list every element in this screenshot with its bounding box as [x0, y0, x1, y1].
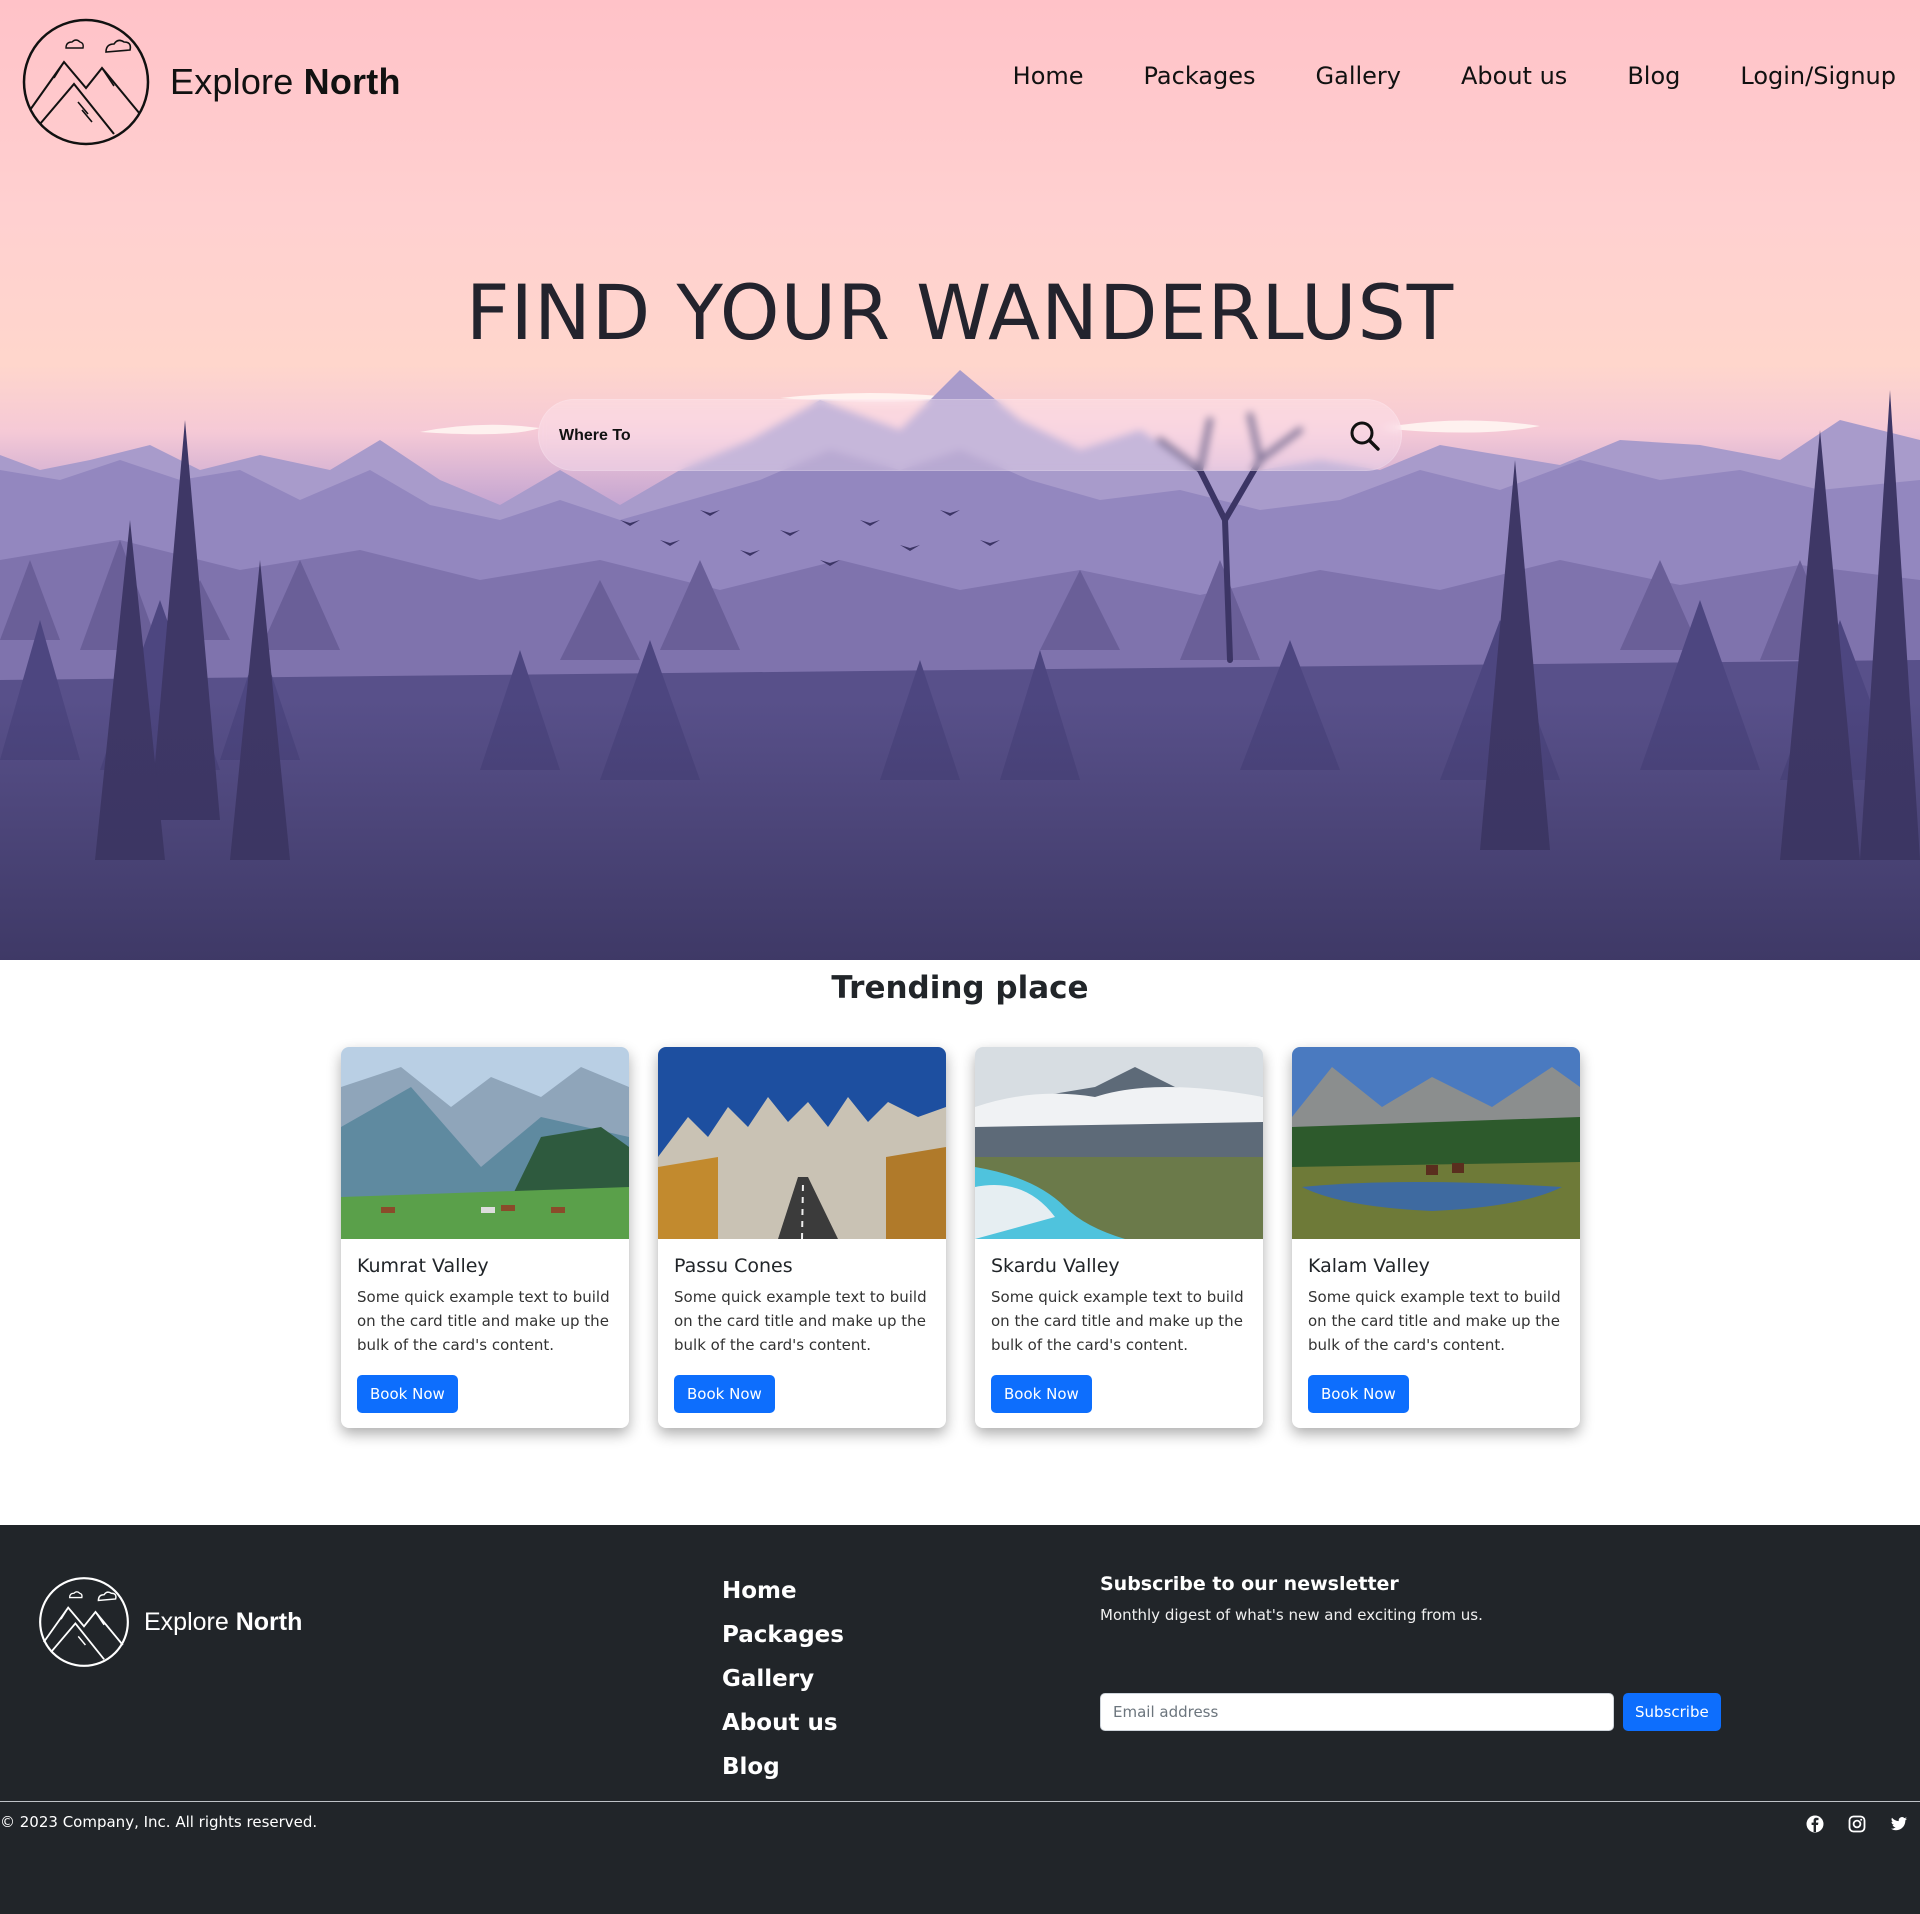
facebook-icon[interactable] [1806, 1815, 1824, 1833]
footer-link-home[interactable]: Home [722, 1575, 844, 1607]
book-now-button[interactable]: Book Now [991, 1375, 1092, 1413]
card-text: Some quick example text to build on the … [674, 1288, 927, 1354]
mountain-logo-icon [22, 18, 150, 146]
brand-name: Explore North [170, 61, 401, 102]
footer-link-about-us[interactable]: About us [722, 1707, 844, 1739]
nav-home[interactable]: Home [1013, 62, 1084, 90]
footer-link-packages[interactable]: Packages [722, 1619, 844, 1651]
book-now-button[interactable]: Book Now [1308, 1375, 1409, 1413]
card-image-kumrat-valley [341, 1047, 629, 1239]
footer-divider [0, 1801, 1920, 1802]
email-field[interactable] [1100, 1693, 1614, 1731]
search-bar [538, 399, 1402, 471]
place-card: Kalam Valley Some quick example text to … [1292, 1047, 1580, 1428]
card-image-kalam-valley [1292, 1047, 1580, 1239]
card-title: Skardu Valley [991, 1255, 1120, 1277]
footer: Explore North Home Packages Gallery Abou… [0, 1525, 1920, 1914]
card-image-passu-cones [658, 1047, 946, 1239]
newsletter: Subscribe to our newsletter Monthly dige… [1100, 1573, 1721, 1731]
copyright: © 2023 Company, Inc. All rights reserved… [0, 1813, 318, 1831]
mountain-logo-icon [39, 1577, 129, 1667]
footer-brand[interactable]: Explore North [38, 1576, 302, 1668]
newsletter-form: Subscribe [1100, 1693, 1721, 1731]
card-text: Some quick example text to build on the … [991, 1288, 1244, 1354]
search-input[interactable] [559, 420, 1319, 452]
footer-nav: Home Packages Gallery About us Blog [722, 1575, 844, 1783]
hero-section: Explore North Home Packages Gallery Abou… [0, 0, 1920, 960]
newsletter-subtitle: Monthly digest of what's new and excitin… [1100, 1606, 1483, 1624]
place-card: Skardu Valley Some quick example text to… [975, 1047, 1263, 1428]
card-title: Kalam Valley [1308, 1255, 1430, 1277]
search-icon[interactable] [1347, 418, 1383, 454]
card-text: Some quick example text to build on the … [1308, 1288, 1561, 1354]
card-title: Passu Cones [674, 1255, 793, 1277]
footer-brand-name: Explore North [144, 1607, 303, 1636]
trending-title: Trending place [831, 970, 1089, 1006]
nav-gallery[interactable]: Gallery [1316, 62, 1401, 90]
nav-about-us[interactable]: About us [1461, 62, 1567, 90]
card-title: Kumrat Valley [357, 1255, 489, 1277]
book-now-button[interactable]: Book Now [674, 1375, 775, 1413]
newsletter-title: Subscribe to our newsletter [1100, 1573, 1399, 1595]
book-now-button[interactable]: Book Now [357, 1375, 458, 1413]
twitter-icon[interactable] [1890, 1815, 1908, 1833]
card-text: Some quick example text to build on the … [357, 1288, 610, 1354]
place-card: Passu Cones Some quick example text to b… [658, 1047, 946, 1428]
footer-link-blog[interactable]: Blog [722, 1751, 844, 1783]
instagram-icon[interactable] [1848, 1815, 1866, 1833]
nav-blog[interactable]: Blog [1627, 62, 1680, 90]
brand[interactable]: Explore North [22, 18, 401, 146]
nav-packages[interactable]: Packages [1144, 62, 1256, 90]
hero-title: FIND YOUR WANDERLUST [465, 268, 1455, 357]
social-links [1806, 1815, 1908, 1833]
nav-login-signup[interactable]: Login/Signup [1740, 62, 1896, 90]
footer-link-gallery[interactable]: Gallery [722, 1663, 844, 1695]
place-card: Kumrat Valley Some quick example text to… [341, 1047, 629, 1428]
subscribe-button[interactable]: Subscribe [1623, 1693, 1721, 1731]
main-nav: Home Packages Gallery About us Blog Logi… [1013, 62, 1896, 90]
trending-cards: Kumrat Valley Some quick example text to… [341, 1047, 1580, 1428]
card-image-skardu-valley [975, 1047, 1263, 1239]
